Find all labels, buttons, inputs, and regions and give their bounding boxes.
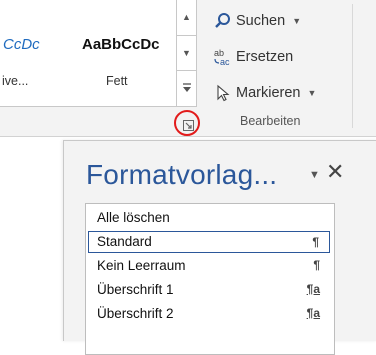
style-tile-italic[interactable]: CcDc ive... bbox=[0, 0, 68, 104]
expand-gallery-icon bbox=[182, 83, 191, 92]
styles-gallery: CcDc ive... AaBbCcDc Fett ▲ ▼ bbox=[0, 0, 197, 107]
svg-text:ac: ac bbox=[220, 57, 230, 67]
list-item-heading-2[interactable]: Überschrift 2 ¶a bbox=[88, 303, 330, 325]
find-label: Suchen bbox=[236, 13, 286, 29]
gallery-more-button[interactable] bbox=[177, 70, 196, 105]
chevron-down-icon: ▼ bbox=[309, 169, 320, 181]
cursor-arrow-icon bbox=[212, 82, 234, 104]
editing-group-label: Bearbeiten bbox=[240, 114, 301, 128]
styles-list: Alle löschen Standard ¶ Kein Leerraum ¶ … bbox=[85, 203, 335, 355]
chevron-down-icon: ▼ bbox=[292, 16, 302, 26]
paragraph-mark-icon: ¶ bbox=[312, 235, 319, 249]
list-item-no-spacing[interactable]: Kein Leerraum ¶ bbox=[88, 255, 330, 277]
list-item-heading-1[interactable]: Überschrift 1 ¶a bbox=[88, 279, 330, 301]
replace-icon: ab ac bbox=[212, 46, 234, 68]
search-icon bbox=[212, 10, 234, 32]
linked-style-icon: ¶a bbox=[306, 282, 320, 296]
list-item-standard[interactable]: Standard ¶ bbox=[88, 231, 330, 253]
style-name: Fett bbox=[106, 74, 128, 88]
close-button[interactable]: ✕ bbox=[326, 161, 344, 183]
close-icon: ✕ bbox=[326, 159, 345, 184]
style-item-label: Standard bbox=[97, 234, 152, 249]
style-item-label: Alle löschen bbox=[97, 210, 170, 225]
style-preview: AaBbCcDc bbox=[82, 36, 160, 53]
select-label: Markieren bbox=[236, 85, 301, 101]
style-item-label: Überschrift 1 bbox=[97, 282, 174, 297]
pane-options-dropdown[interactable]: ▼ bbox=[309, 169, 320, 181]
gallery-scroll-down-button[interactable]: ▼ bbox=[177, 35, 196, 70]
replace-button[interactable]: ab ac Ersetzen bbox=[212, 46, 293, 68]
style-item-label: Überschrift 2 bbox=[97, 306, 174, 321]
editing-group: Suchen ▼ ab ac Ersetzen Markieren ▼ Bear… bbox=[200, 0, 350, 136]
triangle-down-icon: ▼ bbox=[182, 48, 191, 58]
list-item-clear-all[interactable]: Alle löschen bbox=[88, 207, 330, 229]
find-button[interactable]: Suchen ▼ bbox=[212, 10, 301, 32]
chevron-down-icon: ▼ bbox=[307, 88, 317, 98]
gallery-scrollbar: ▲ ▼ bbox=[176, 0, 197, 106]
style-preview: CcDc bbox=[3, 36, 40, 53]
highlight-circle bbox=[174, 110, 200, 136]
group-divider bbox=[352, 4, 353, 128]
ribbon: CcDc ive... AaBbCcDc Fett ▲ ▼ Suchen ▼ a… bbox=[0, 0, 376, 137]
linked-style-icon: ¶a bbox=[306, 306, 320, 320]
style-item-label: Kein Leerraum bbox=[97, 258, 186, 273]
paragraph-mark-icon: ¶ bbox=[313, 258, 320, 272]
style-tile-bold[interactable]: AaBbCcDc Fett bbox=[70, 0, 176, 104]
style-name: ive... bbox=[2, 74, 29, 88]
gallery-scroll-up-button[interactable]: ▲ bbox=[177, 0, 196, 34]
triangle-up-icon: ▲ bbox=[182, 12, 191, 22]
styles-pane: Formatvorlag... ▼ ✕ Alle löschen Standar… bbox=[63, 140, 376, 355]
select-button[interactable]: Markieren ▼ bbox=[212, 82, 316, 104]
replace-label: Ersetzen bbox=[236, 49, 294, 65]
pane-title: Formatvorlag... bbox=[86, 159, 278, 190]
